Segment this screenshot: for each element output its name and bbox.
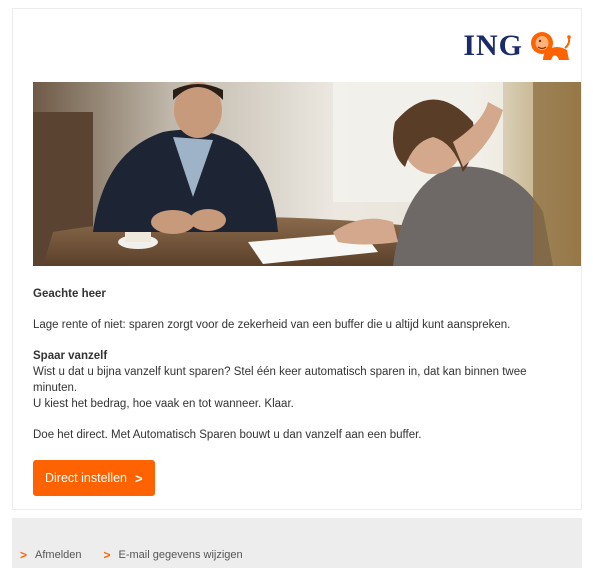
email-card: ING Geachte heer Lage rente of niet: spa… <box>12 8 582 510</box>
edit-email-details-link[interactable]: > E-mail gegevens wijzigen <box>104 548 243 562</box>
footer-links: > Afmelden > E-mail gegevens wijzigen <box>20 548 243 562</box>
email-body: Geachte heer Lage rente of niet: sparen … <box>33 286 573 496</box>
footer-link-label: E-mail gegevens wijzigen <box>118 549 243 561</box>
ing-logo[interactable]: ING <box>463 27 571 65</box>
logo-text: ING <box>463 29 523 62</box>
unsubscribe-link[interactable]: > Afmelden <box>20 548 82 562</box>
footer-link-label: Afmelden <box>35 549 82 561</box>
paragraph-line-1: Wist u dat u bijna vanzelf kunt sparen? … <box>33 366 527 394</box>
cta-label: Direct instellen <box>45 471 127 485</box>
closing-text: Doe het direct. Met Automatisch Sparen b… <box>33 429 422 441</box>
chevron-right-icon: > <box>103 548 111 562</box>
chevron-right-icon: > <box>20 548 28 562</box>
greeting: Geachte heer <box>33 288 106 300</box>
section-heading: Spaar vanzelf <box>33 350 108 362</box>
email-footer: > Afmelden > E-mail gegevens wijzigen <box>12 518 582 568</box>
direct-instellen-button[interactable]: Direct instellen > <box>33 460 155 496</box>
hero-image <box>33 82 581 266</box>
lion-icon <box>531 32 571 60</box>
paragraph-line-2: U kiest het bedrag, hoe vaak en tot wann… <box>33 398 294 410</box>
chevron-right-icon: > <box>134 470 143 486</box>
intro-text: Lage rente of niet: sparen zorgt voor de… <box>33 319 511 331</box>
